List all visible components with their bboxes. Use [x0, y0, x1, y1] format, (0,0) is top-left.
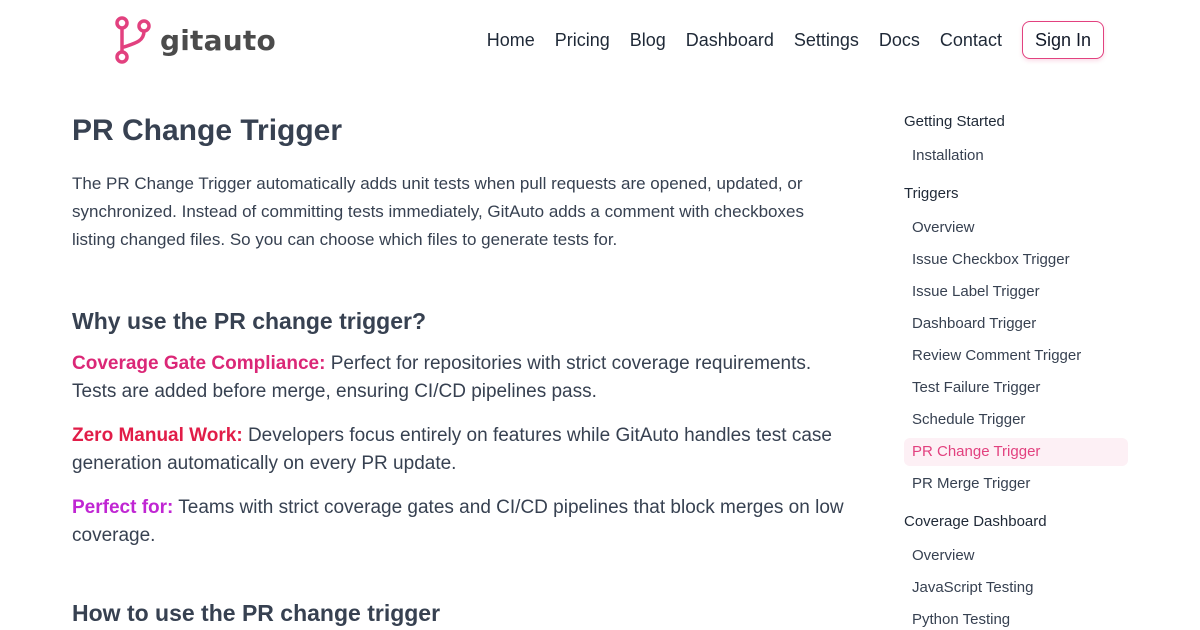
page-title: PR Change Trigger: [72, 114, 343, 147]
logo-text: gitauto: [160, 23, 276, 57]
benefit-text: Teams with strict coverage gates and CI/…: [72, 497, 844, 546]
sidebar-item-pr-change-trigger[interactable]: PR Change Trigger: [904, 438, 1128, 466]
benefit-perfect-for: Perfect for: Teams with strict coverage …: [72, 494, 852, 550]
sidebar-group-triggers: Triggers: [904, 185, 959, 202]
nav-dashboard[interactable]: Dashboard: [686, 30, 774, 51]
nav-contact[interactable]: Contact: [940, 30, 1002, 51]
sidebar-item-schedule-trigger[interactable]: Schedule Trigger: [904, 406, 1128, 434]
sidebar-item-dashboard-trigger[interactable]: Dashboard Trigger: [904, 310, 1128, 338]
sidebar-item-test-failure-trigger[interactable]: Test Failure Trigger: [904, 374, 1128, 402]
why-heading: Why use the PR change trigger?: [72, 308, 426, 334]
sign-in-button[interactable]: Sign In: [1021, 21, 1104, 59]
logo[interactable]: gitauto: [114, 14, 276, 66]
site-header: gitauto Home Pricing Blog Dashboard Sett…: [0, 0, 1200, 80]
intro-paragraph: The PR Change Trigger automatically adds…: [72, 174, 804, 249]
sidebar-item-python-testing[interactable]: Python Testing: [904, 606, 1128, 630]
branch-logo-icon: [115, 16, 151, 64]
sidebar-group-coverage-dashboard: Coverage Dashboard: [904, 513, 1047, 530]
nav-home[interactable]: Home: [487, 30, 535, 51]
main-nav: Home Pricing Blog Dashboard Settings Doc…: [487, 21, 1104, 59]
sidebar-item-issue-label-trigger[interactable]: Issue Label Trigger: [904, 278, 1128, 306]
nav-blog[interactable]: Blog: [630, 30, 666, 51]
sidebar-item-javascript-testing[interactable]: JavaScript Testing: [904, 574, 1128, 602]
nav-settings[interactable]: Settings: [794, 30, 859, 51]
benefit-label: Zero Manual Work:: [72, 425, 243, 446]
sidebar-item-review-comment-trigger[interactable]: Review Comment Trigger: [904, 342, 1128, 370]
docs-sidebar: Getting Started Installation Triggers Ov…: [904, 110, 1128, 630]
nav-docs[interactable]: Docs: [879, 30, 920, 51]
sidebar-item-issue-checkbox-trigger[interactable]: Issue Checkbox Trigger: [904, 246, 1128, 274]
benefit-label: Perfect for:: [72, 497, 174, 518]
benefit-label: Coverage Gate Compliance:: [72, 353, 326, 374]
benefit-zero-manual: Zero Manual Work: Developers focus entir…: [72, 422, 852, 478]
benefit-coverage-gate: Coverage Gate Compliance: Perfect for re…: [72, 350, 852, 406]
sidebar-item-pr-merge-trigger[interactable]: PR Merge Trigger: [904, 470, 1128, 498]
sidebar-item-installation[interactable]: Installation: [904, 142, 1128, 170]
doc-content: PR Change Trigger The PR Change Trigger …: [72, 112, 852, 628]
sidebar-item-coverage-overview[interactable]: Overview: [904, 542, 1128, 570]
how-heading: How to use the PR change trigger: [72, 600, 441, 626]
nav-pricing[interactable]: Pricing: [555, 30, 610, 51]
sidebar-group-getting-started: Getting Started: [904, 113, 1005, 130]
sidebar-item-triggers-overview[interactable]: Overview: [904, 214, 1128, 242]
